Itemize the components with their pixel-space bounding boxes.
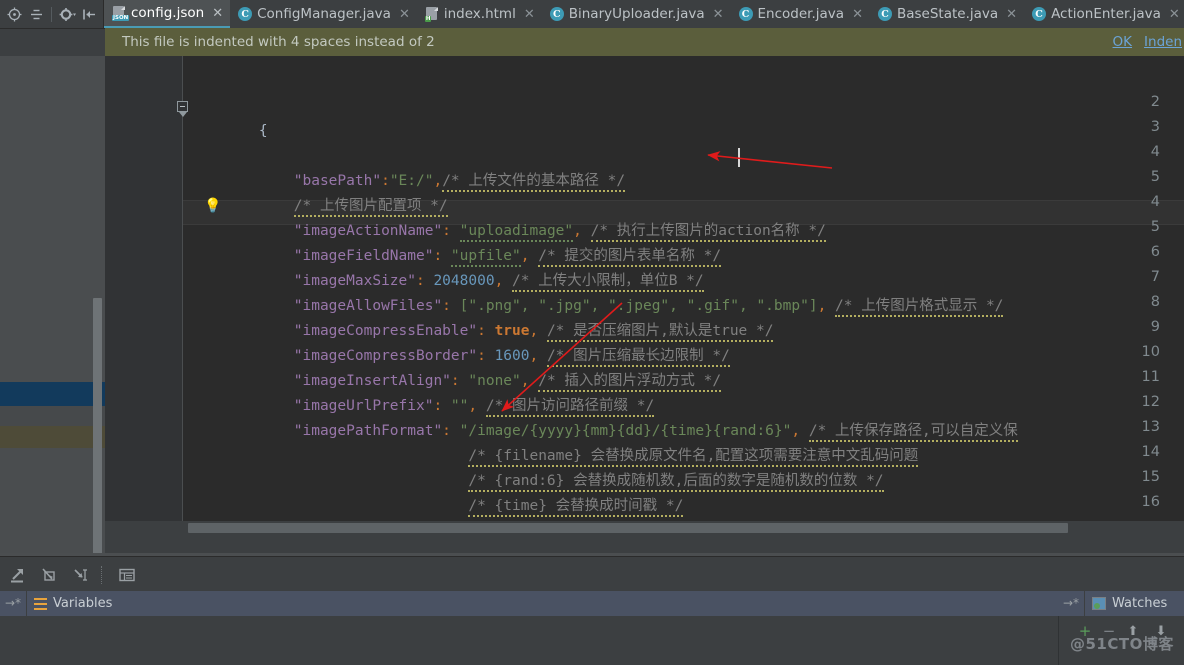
left-panel-selected-row[interactable]: [0, 382, 105, 406]
close-icon[interactable]: ✕: [713, 8, 724, 21]
java-class-icon: C: [877, 7, 892, 21]
variables-icon: [34, 597, 47, 610]
split-horizontally-icon[interactable]: [26, 4, 46, 24]
close-icon[interactable]: ✕: [399, 8, 410, 21]
variables-tab[interactable]: →* Variables: [0, 591, 1058, 616]
tab-binaryuploader-java[interactable]: C BinaryUploader.java ✕: [542, 0, 731, 28]
left-tool-panel: [0, 56, 105, 589]
tab-basestate-java[interactable]: C BaseState.java ✕: [870, 0, 1024, 28]
evaluate-expression-icon[interactable]: [114, 562, 140, 588]
tab-configmanager-java[interactable]: C ConfigManager.java ✕: [230, 0, 417, 28]
watermark-text: @51CTO博客: [1070, 635, 1174, 653]
locate-target-icon[interactable]: [4, 4, 24, 24]
json-badge: JSON: [112, 14, 130, 21]
close-icon[interactable]: ✕: [852, 8, 863, 21]
tab-label: Encoder.java: [757, 6, 845, 22]
tab-config-json[interactable]: JSON config.json ✕: [104, 0, 231, 28]
watches-tab[interactable]: →* Watches: [1058, 591, 1184, 616]
close-icon[interactable]: ✕: [1169, 8, 1180, 21]
tab-label: ActionEnter.java: [1051, 6, 1161, 22]
tab-actionenter-java[interactable]: C ActionEnter.java ✕: [1024, 0, 1184, 28]
java-class-icon: C: [549, 7, 564, 21]
close-icon[interactable]: ✕: [212, 7, 223, 20]
debug-toolbar: [0, 556, 1184, 592]
watches-tab-label: Watches: [1112, 596, 1168, 611]
indentation-notification-bar: This file is indented with 4 spaces inst…: [105, 28, 1184, 57]
editor-gutter[interactable]: [105, 56, 183, 521]
variables-content-area[interactable]: [0, 616, 1058, 665]
html-file-icon: H: [424, 6, 439, 22]
editor-horizontal-scrollbar-thumb[interactable]: [188, 523, 1068, 533]
debug-toolbar-divider: [101, 565, 103, 584]
code-editor[interactable]: 2 3 4 5 4 5 6 7 8 9 10 11 12 13 14 15 16…: [105, 56, 1184, 521]
ide-window: JSON config.json ✕ C ConfigManager.java …: [0, 0, 1184, 665]
editor-tab-bar: JSON config.json ✕ C ConfigManager.java …: [0, 0, 1184, 29]
html-badge: H: [424, 15, 432, 22]
left-panel-highlight-row[interactable]: [0, 426, 105, 448]
force-step-over-icon[interactable]: [36, 562, 62, 588]
code-brace: {: [258, 123, 268, 139]
tab-label: config.json: [131, 5, 205, 21]
tab-encoder-java[interactable]: C Encoder.java ✕: [731, 0, 870, 28]
close-icon[interactable]: ✕: [524, 8, 535, 21]
text-caret: [738, 148, 740, 167]
tab-label: BinaryUploader.java: [568, 6, 705, 22]
tab-label: index.html: [443, 6, 516, 22]
java-class-icon: C: [738, 7, 753, 21]
notification-message: This file is indented with 4 spaces inst…: [122, 34, 435, 50]
tab-label: BaseState.java: [896, 6, 999, 22]
comma: ,: [817, 298, 836, 314]
settings-gear-icon[interactable]: [57, 4, 77, 24]
variables-tab-label: Variables: [53, 596, 113, 611]
json-file-icon: JSON: [112, 5, 130, 21]
hide-panel-icon[interactable]: [79, 4, 99, 24]
watches-tab-label-group: Watches: [1085, 596, 1167, 611]
java-class-icon: C: [238, 7, 253, 21]
fold-arrow-icon: [179, 112, 187, 117]
watches-icon: [1092, 597, 1106, 610]
editor-toolbar: [0, 0, 104, 28]
pin-watches-icon[interactable]: →*: [1058, 591, 1085, 616]
left-panel-row[interactable]: [0, 406, 105, 426]
json-comment: /* 上传文件的基本路径 */: [442, 173, 626, 192]
fold-track: [182, 56, 183, 506]
json-comment: /* 上传图片格式显示 */: [835, 298, 1004, 317]
notification-ok-link[interactable]: OK: [1113, 34, 1132, 50]
notification-actions: OK Inden: [1113, 34, 1184, 50]
run-to-cursor-icon[interactable]: [67, 562, 93, 588]
open-file-tabs: JSON config.json ✕ C ConfigManager.java …: [104, 0, 1184, 28]
close-icon[interactable]: ✕: [1006, 8, 1017, 21]
toolbar-divider: [51, 6, 52, 22]
pin-variables-icon[interactable]: →*: [0, 591, 27, 616]
debugger-panels: ↓ →* Variables →* Watches + − ⬆: [0, 591, 1184, 665]
left-panel-scrollbar[interactable]: [93, 298, 102, 560]
tab-label: ConfigManager.java: [257, 6, 391, 22]
notification-indent-link[interactable]: Inden: [1144, 34, 1182, 50]
java-class-icon: C: [1032, 7, 1047, 21]
code-text[interactable]: { "basePath":"E:/",/* 上传文件的基本路径 */ /* 上传…: [189, 56, 1184, 521]
collapse-block-icon[interactable]: [177, 101, 188, 112]
tab-index-html[interactable]: H index.html ✕: [417, 0, 542, 28]
step-out-icon[interactable]: [5, 562, 31, 588]
variables-tab-label-group: Variables: [27, 596, 112, 611]
